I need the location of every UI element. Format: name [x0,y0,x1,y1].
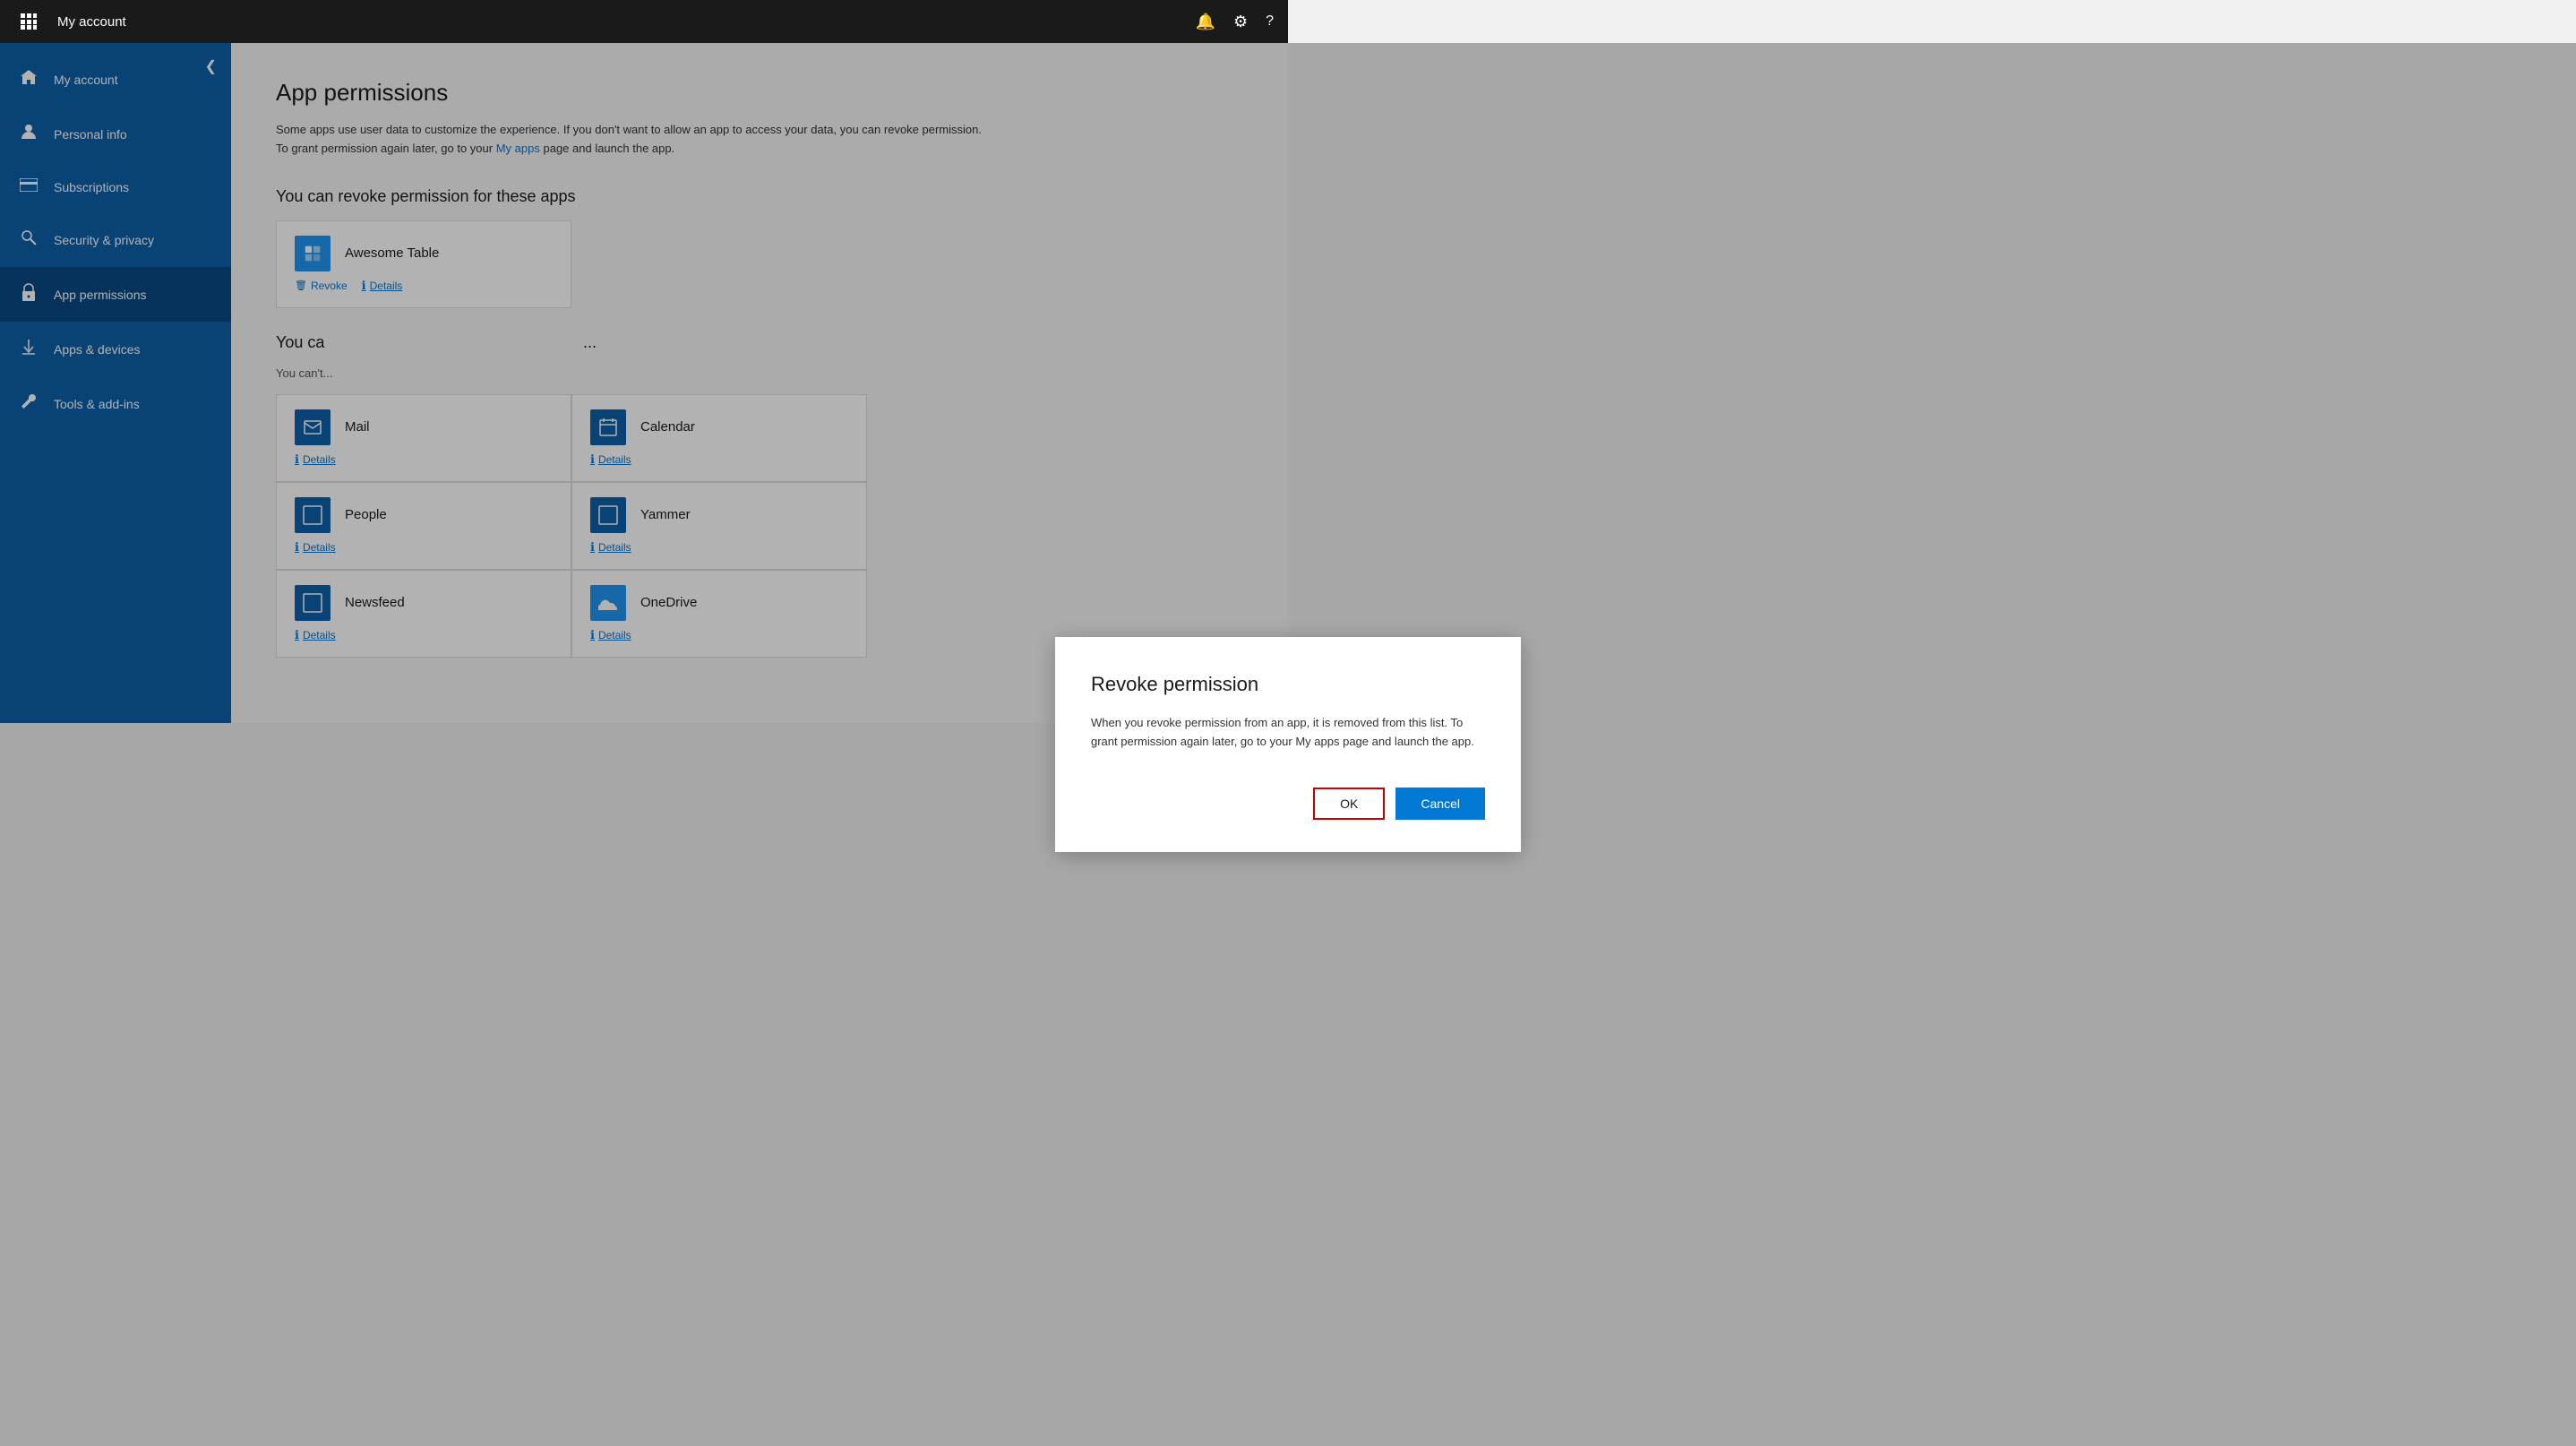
topbar-icons: 🔔 ⚙ ? [1196,13,1274,31]
bell-icon[interactable]: 🔔 [1196,13,1215,31]
modal-buttons: OK Cancel [1091,788,1485,820]
revoke-permission-modal: Revoke permission When you revoke permis… [1055,637,1521,852]
modal-body: When you revoke permission from an app, … [1091,714,1485,752]
gear-icon[interactable]: ⚙ [1233,13,1248,31]
modal-title: Revoke permission [1091,673,1485,696]
modal-overlay: Revoke permission When you revoke permis… [0,43,2576,1446]
topbar-title: My account [57,14,1181,30]
help-icon[interactable]: ? [1266,13,1274,30]
grid-icon[interactable] [14,7,43,36]
cancel-button[interactable]: Cancel [1395,788,1485,820]
topbar: My account 🔔 ⚙ ? [0,0,1288,43]
ok-button[interactable]: OK [1313,788,1385,820]
